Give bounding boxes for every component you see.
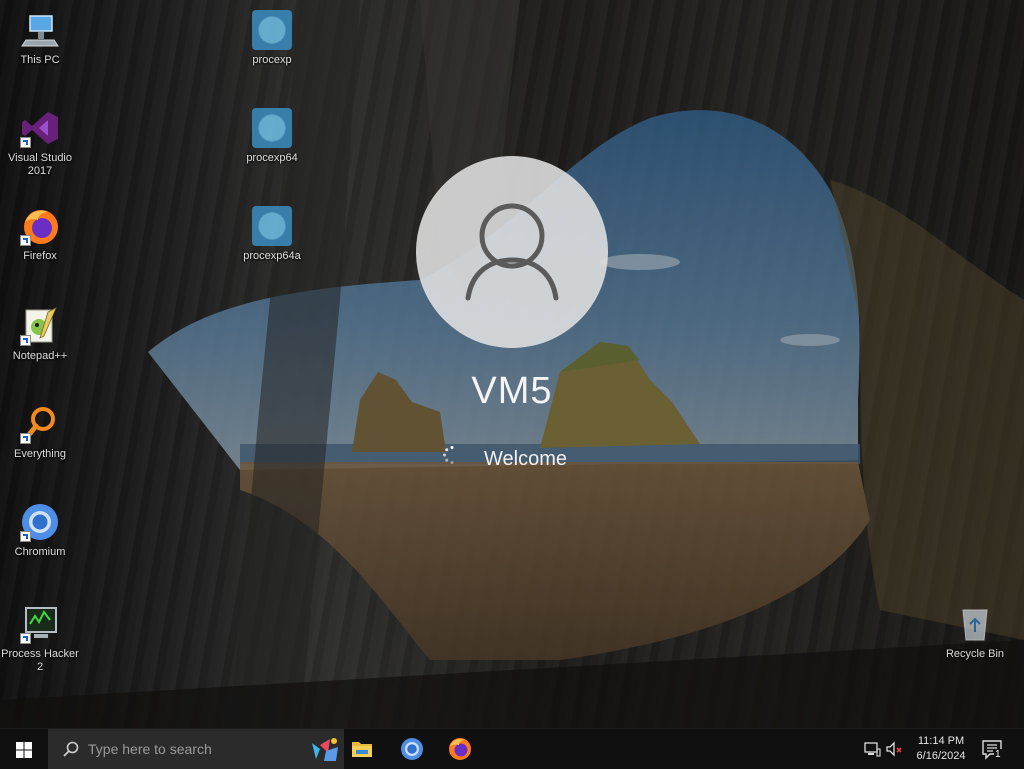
user-avatar <box>416 156 608 348</box>
desktop-icon-label: procexp64 <box>246 152 298 164</box>
start-button[interactable] <box>0 729 48 769</box>
visual-studio-icon <box>20 108 60 148</box>
notification-center-button[interactable]: 1 <box>980 737 1004 761</box>
desktop-icon-label: procexp64a <box>243 250 301 262</box>
desktop-icon-recycle-bin[interactable]: Recycle Bin <box>935 604 1015 661</box>
desktop-icon-process-hacker[interactable]: Process Hacker 2 <box>0 604 80 674</box>
network-icon[interactable] <box>862 739 882 759</box>
firefox-icon <box>449 738 471 760</box>
desktop-icon-procexp64[interactable]: procexp64 <box>232 108 312 165</box>
everything-icon <box>20 404 60 444</box>
desktop-icon-label: Everything <box>14 448 66 460</box>
desktop-icon-notepadpp[interactable]: Notepad++ <box>0 306 80 363</box>
notification-count: 1 <box>994 749 1002 760</box>
desktop-icon-label: Notepad++ <box>12 350 68 362</box>
chromium-icon <box>20 502 60 542</box>
welcome-text: Welcome <box>484 448 567 470</box>
chromium-icon <box>401 738 423 760</box>
desktop-icon-visual-studio[interactable]: Visual Studio 2017 <box>0 108 80 178</box>
desktop-icon-everything[interactable]: Everything <box>0 404 80 461</box>
desktop-icon-chromium[interactable]: Chromium <box>0 502 80 559</box>
loading-spinner-icon <box>443 446 454 464</box>
taskbar-firefox[interactable] <box>436 729 484 769</box>
desktop-icon-label: Firefox <box>23 250 57 262</box>
notepadpp-icon <box>20 306 60 346</box>
recycle-bin-icon <box>955 604 995 644</box>
desktop-icon-label: This PC <box>20 54 60 66</box>
file-explorer-icon <box>352 742 372 757</box>
clock-time: 11:14 PM <box>917 735 965 747</box>
desktop-icon-procexp[interactable]: procexp <box>232 10 312 67</box>
process-hacker-icon <box>20 604 60 644</box>
desktop-icon-this-pc[interactable]: This PC <box>0 10 80 67</box>
procexp-icon <box>252 10 292 50</box>
desktop-icon-firefox[interactable]: Firefox <box>0 206 80 263</box>
desktop-icon-label: procexp <box>252 54 292 66</box>
clock-date: 6/16/2024 <box>916 750 966 762</box>
procexp-icon <box>252 206 292 246</box>
desktop-icon-label: Recycle Bin <box>945 648 1005 660</box>
desktop-wallpaper <box>0 0 1024 728</box>
firefox-icon <box>20 206 60 246</box>
procexp-icon <box>252 108 292 148</box>
taskbar: Type here to search 11:14 PM 6/16/2024 1 <box>0 728 1024 769</box>
user-icon <box>465 203 559 301</box>
this-pc-icon <box>20 10 60 50</box>
taskbar-chromium[interactable] <box>388 729 436 769</box>
desktop-icon-label: Chromium <box>14 546 66 558</box>
search-box[interactable]: Type here to search <box>48 729 344 769</box>
username-label: VM5 <box>471 370 553 412</box>
search-icon <box>63 741 79 757</box>
system-clock[interactable]: 11:14 PM 6/16/2024 <box>908 734 974 764</box>
windows-logo-icon <box>16 742 32 758</box>
taskbar-file-explorer[interactable] <box>338 729 386 769</box>
desktop-icon-procexp64a[interactable]: procexp64a <box>232 206 312 263</box>
volume-muted-icon[interactable] <box>884 739 904 759</box>
search-placeholder: Type here to search <box>88 741 212 757</box>
desktop-icon-label: Process Hacker 2 <box>1 648 79 673</box>
desktop-icon-label: Visual Studio 2017 <box>7 152 72 177</box>
